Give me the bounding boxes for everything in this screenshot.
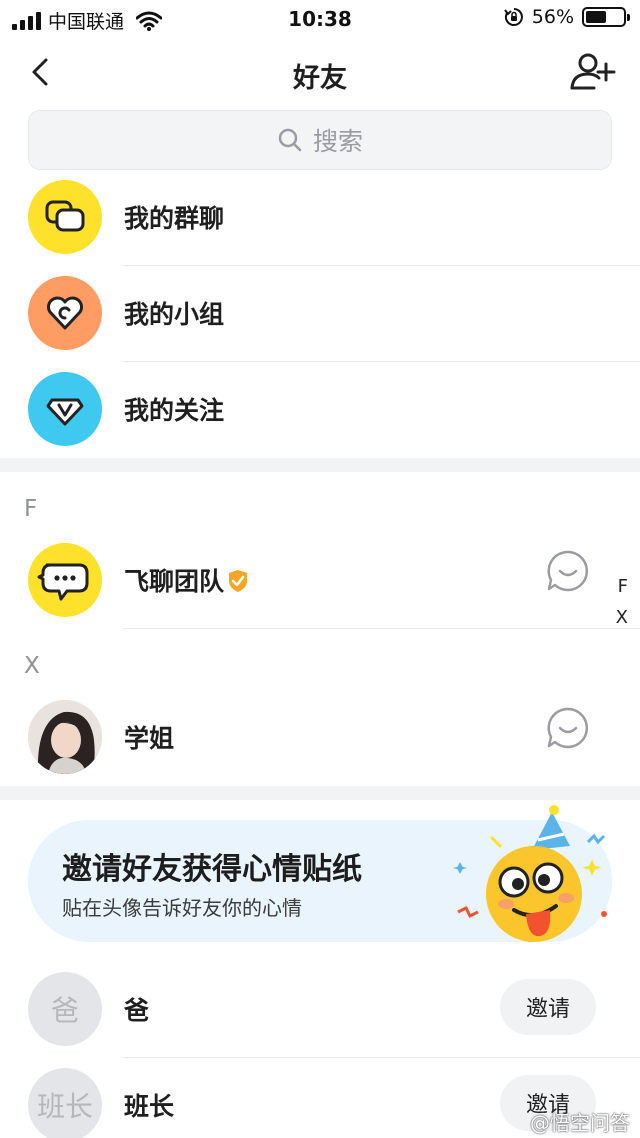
invite-banner-subtitle: 贴在头像告诉好友你的心情 <box>62 896 302 920</box>
invite-banner-title: 邀请好友获得心情贴纸 <box>62 852 362 887</box>
contact-name: 学姐 <box>124 724 175 753</box>
photo-avatar-image <box>28 700 102 774</box>
party-emoji-icon <box>452 805 607 942</box>
index-letter-f[interactable]: F <box>618 576 628 597</box>
search-bar[interactable]: 搜索 <box>28 110 612 170</box>
contact-name: 爸 <box>124 996 150 1025</box>
nav-bar: 好友 <box>0 40 640 104</box>
chat-bubble-icon[interactable] <box>546 549 590 593</box>
following-avatar <box>28 372 102 446</box>
menu-item-following[interactable]: 我的关注 <box>0 362 640 458</box>
section-gap <box>0 786 640 800</box>
menu-item-group-chats[interactable]: 我的群聊 <box>0 170 640 266</box>
menu-item-label: 我的小组 <box>124 300 225 329</box>
contact-name-text: 飞聊团队 <box>124 567 225 596</box>
feiliao-logo-icon <box>37 563 89 601</box>
contact-name: 班长 <box>124 1092 175 1121</box>
contact-row[interactable]: 飞聊团队 <box>0 533 640 629</box>
section-gap <box>0 458 640 472</box>
contact-avatar <box>28 543 102 617</box>
search-placeholder: 搜索 <box>312 127 363 156</box>
contact-initial-avatar: 爸 <box>28 972 102 1046</box>
group-chat-icon <box>45 200 85 232</box>
heart-group-icon <box>47 296 83 330</box>
invite-button[interactable]: 邀请 <box>500 979 596 1035</box>
contact-initial-avatar: 班长 <box>28 1068 102 1138</box>
group-avatar <box>28 276 102 350</box>
menu-item-label: 我的关注 <box>124 396 225 425</box>
index-letter-x[interactable]: X <box>616 607 628 628</box>
rotation-lock-icon <box>503 8 523 26</box>
divider <box>122 628 640 629</box>
battery-icon <box>582 7 630 27</box>
battery-percent: 56% <box>531 6 574 28</box>
page-title: 好友 <box>293 63 347 94</box>
contact-name: 飞聊团队 <box>124 562 249 598</box>
section-header-x: X <box>24 653 40 679</box>
section-header-f: F <box>24 496 38 522</box>
chat-bubble-icon[interactable] <box>546 706 590 750</box>
follow-v-icon <box>46 398 84 426</box>
verified-badge-icon <box>229 570 248 592</box>
menu-item-groups[interactable]: 我的小组 <box>0 266 640 362</box>
add-friend-icon[interactable] <box>568 50 616 94</box>
status-right: 56% <box>503 6 630 28</box>
watermark: @悟空问答 <box>530 1111 630 1135</box>
invite-banner[interactable]: 邀请好友获得心情贴纸 贴在头像告诉好友你的心情 <box>28 805 612 942</box>
status-bar: 中国联通 10:38 56% <box>0 0 640 38</box>
invite-contact-row[interactable]: 爸 爸 邀请 <box>0 962 640 1058</box>
battery-fill <box>586 11 607 23</box>
menu-item-label: 我的群聊 <box>124 204 225 233</box>
contact-row[interactable]: 学姐 <box>0 690 640 786</box>
search-icon <box>278 128 302 152</box>
contact-avatar-photo <box>28 700 102 774</box>
group-chat-avatar <box>28 180 102 254</box>
